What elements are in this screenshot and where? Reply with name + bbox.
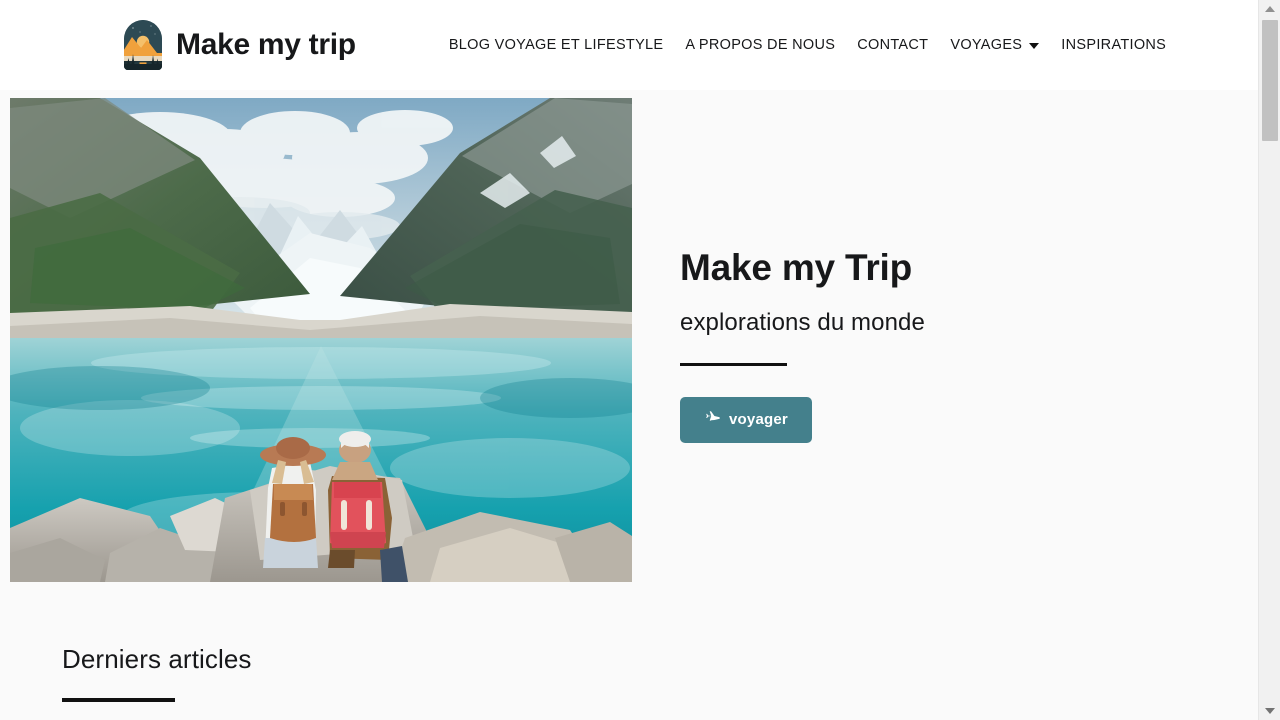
nav-label: CONTACT <box>857 37 929 53</box>
hero-section: Make my Trip explorations du monde voyag… <box>0 90 1258 582</box>
nav-item-voyages[interactable]: VOYAGES <box>939 29 1050 61</box>
chevron-down-icon <box>1029 43 1040 49</box>
nav-label: VOYAGES <box>950 37 1023 53</box>
nav-label: INSPIRATIONS <box>1061 37 1167 53</box>
nav-label: BLOG VOYAGE ET LIFESTYLE <box>448 37 664 53</box>
brand-name: Make my trip <box>176 28 356 61</box>
brand-logo-link[interactable]: Make my trip <box>124 20 356 70</box>
hero-image <box>10 98 632 582</box>
hero-title: Make my Trip <box>680 247 913 288</box>
section-divider <box>62 698 175 702</box>
nav-item-a-propos[interactable]: A PROPOS DE NOUS <box>674 29 846 61</box>
hero-subtitle: explorations du monde <box>680 308 925 336</box>
airplane-icon <box>704 410 720 430</box>
nav-item-blog[interactable]: BLOG VOYAGE ET LIFESTYLE <box>438 29 675 61</box>
nav-item-inspirations[interactable]: INSPIRATIONS <box>1050 29 1177 61</box>
scrollbar-thumb[interactable] <box>1262 20 1278 141</box>
hero-divider <box>680 362 787 366</box>
scroll-down-button[interactable] <box>1259 702 1280 720</box>
section-title: Derniers articles <box>62 644 252 674</box>
mountain-sunset-badge-icon <box>124 20 162 70</box>
site-header: Make my trip BLOG VOYAGE ET LIFESTYLE A … <box>0 0 1258 90</box>
nav-label: A PROPOS DE NOUS <box>685 37 836 53</box>
page-viewport: Make my trip BLOG VOYAGE ET LIFESTYLE A … <box>0 0 1258 720</box>
voyager-button[interactable]: voyager <box>680 396 812 443</box>
voyager-button-label: voyager <box>729 411 788 429</box>
vertical-scrollbar[interactable] <box>1258 0 1280 720</box>
scroll-down-arrow-icon <box>1264 708 1275 714</box>
latest-articles-section: Derniers articles <box>0 582 1258 720</box>
nav-item-contact[interactable]: CONTACT <box>846 29 939 61</box>
scroll-up-button[interactable] <box>1259 0 1280 18</box>
scroll-up-arrow-icon <box>1264 6 1275 12</box>
main-navigation: BLOG VOYAGE ET LIFESTYLE A PROPOS DE NOU… <box>438 29 1177 61</box>
hero-copy: Make my Trip explorations du monde voyag… <box>632 98 925 443</box>
